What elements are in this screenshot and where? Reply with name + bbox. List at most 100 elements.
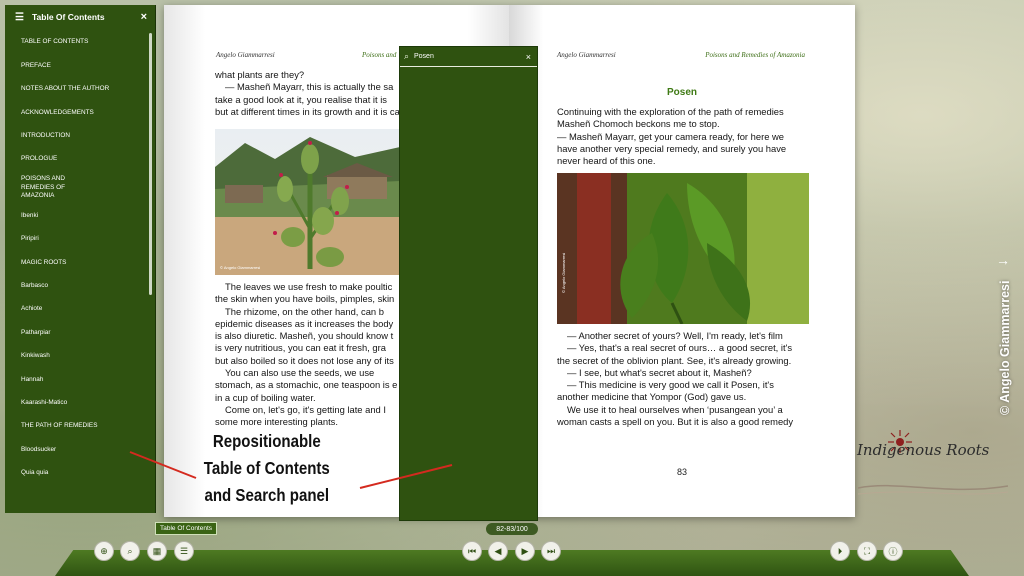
text-line: take a good look at it, you realise that… (215, 93, 387, 105)
brand-logo-text: Indigenous Roots (857, 441, 990, 459)
text-line: — Masheñ Mayarr, get your camera ready, … (557, 130, 785, 142)
zoom-in-button[interactable]: ⊕ (94, 541, 114, 561)
right-page[interactable]: Angelo Giammarresi Poisons and Remedies … (509, 5, 855, 517)
info-button[interactable]: ⓘ (883, 541, 903, 561)
toc-header: ☰ Table Of Contents × (5, 5, 155, 29)
text-line: but at different times in its growth and… (215, 105, 400, 117)
play-icon: ⏵ (837, 545, 843, 556)
page-indicator: 82-83/100 (486, 523, 538, 535)
annotation-line: and Search panel (204, 485, 330, 505)
toc-item[interactable]: NOTES ABOUT THE AUTHOR (5, 78, 155, 101)
search-bar: ⌕ × (400, 47, 537, 67)
search-icon: ⌕ (127, 545, 133, 556)
text-line: never heard of this one. (557, 155, 656, 167)
text-line: but also boiled so it does not lose any … (215, 354, 394, 366)
left-plant-photo: © Angelo Giammarresi (215, 129, 400, 275)
text-line: the secret of the oblivion plant. See, i… (557, 354, 792, 366)
text-line: The rhizome, on the other hand, can b (225, 305, 384, 317)
search-close-button[interactable]: × (526, 52, 531, 62)
list-icon: ☰ (179, 545, 189, 556)
fullscreen-icon: ⛶ (863, 545, 871, 556)
toc-item[interactable]: Ibenki (5, 204, 155, 227)
toc-item[interactable]: Quia quia (5, 462, 155, 485)
text-line: You can also use the seeds, we use (225, 367, 375, 379)
text-line: The leaves we use fresh to make poultic (225, 281, 393, 292)
toc-item[interactable]: Achiote (5, 298, 155, 321)
toc-item[interactable]: POISONS AND REMEDIES OF AMAZONIA (5, 171, 105, 204)
text-line: have another very special remedy, and su… (557, 142, 787, 154)
annotation-line: Table of Contents (203, 458, 330, 478)
prev-page-icon: ◀ (494, 545, 502, 556)
right-running-head-title: Poisons and Remedies of Amazonia (705, 51, 805, 59)
text-line: what plants are they? (215, 69, 305, 80)
toc-list: TABLE OF CONTENTS PREFACE NOTES ABOUT TH… (5, 29, 155, 485)
text-line: in a cup of boiling water. (215, 391, 316, 403)
toc-item[interactable]: Kaarashi-Matico (5, 391, 155, 414)
left-running-head-title: Poisons and (362, 51, 397, 59)
toc-scrollbar[interactable] (149, 33, 152, 295)
next-page-arrow[interactable]: → (996, 252, 1010, 268)
right-plant-photo: © Angelo Giammarresi (557, 173, 809, 324)
search-button[interactable]: ⌕ (120, 541, 140, 561)
text-line: epidemic diseases as it increases the bo… (215, 317, 394, 329)
text-line: is also diuretic. Masheñ, you should kno… (215, 330, 394, 342)
toc-item[interactable]: Barbasco (5, 275, 155, 298)
left-running-head-author: Angelo Giammarresi (216, 51, 275, 59)
toc-tooltip: Table Of Contents (155, 522, 218, 535)
chapter-title: Posen (666, 87, 697, 98)
prev-page-button[interactable]: ◀ (488, 541, 508, 561)
logo-root-line (858, 484, 1008, 495)
toc-item[interactable]: PROLOGUE (5, 148, 155, 171)
text-line: Come on, let's go, it's getting late and… (225, 403, 386, 415)
author-watermark: © Angelo Giammarresi (998, 280, 1012, 416)
zoom-in-icon: ⊕ (100, 545, 108, 556)
toc-item[interactable]: TABLE OF CONTENTS (5, 31, 155, 54)
right-text-top: Continuing with the exploration of the p… (557, 106, 809, 167)
text-line: — Yes, that's a real secret of ours… a g… (567, 342, 793, 354)
annotation-line: Repositionable (212, 431, 321, 451)
toc-item[interactable]: INTRODUCTION (5, 125, 155, 148)
text-line: — This medicine is very good we call it … (567, 379, 774, 391)
autoplay-button[interactable]: ⏵ (830, 541, 850, 561)
toc-button[interactable]: ☰ (174, 541, 194, 561)
right-page-number: 83 (677, 467, 688, 477)
search-icon: ⌕ (404, 51, 410, 61)
toc-item[interactable]: Kinkiwash (5, 345, 155, 368)
text-line: stomach, as a stomachic, one teaspoon is… (215, 379, 398, 391)
text-line: — I see, but what's secret about it, Mas… (567, 366, 752, 378)
search-input[interactable] (414, 49, 526, 64)
text-line: — Another secret of yours? Well, I'm rea… (567, 330, 783, 341)
right-running-head-author: Angelo Giammarresi (557, 51, 616, 59)
photo-credit: © Angelo Giammarresi (561, 253, 566, 293)
last-page-icon: ⏭ (546, 545, 556, 556)
text-line: another medicine that Yompor (God) gave … (557, 391, 747, 403)
toc-item[interactable]: Piripiri (5, 228, 155, 251)
toc-item[interactable]: Patharpiar (5, 321, 155, 344)
left-text-bottom: The leaves we use fresh to make poultic … (215, 281, 420, 429)
left-text-top: what plants are they? — Masheñ Mayarr, t… (215, 69, 415, 118)
fullscreen-button[interactable]: ⛶ (857, 541, 877, 561)
toc-close-button[interactable]: × (141, 11, 147, 23)
text-line: Continuing with the exploration of the p… (557, 106, 784, 117)
thumbnails-button[interactable]: ▦ (147, 541, 167, 561)
text-line: — Masheñ Mayarr, this is actually the sa (225, 81, 394, 93)
toc-item[interactable]: THE PATH OF REMEDIES (5, 415, 155, 438)
toc-item[interactable]: Hannah (5, 368, 155, 391)
first-page-icon: ⏮ (467, 545, 477, 556)
next-page-button[interactable]: ▶ (515, 541, 535, 561)
toc-item[interactable]: PREFACE (5, 54, 155, 77)
grid-icon: ▦ (152, 545, 162, 556)
right-text-bottom: — Another secret of yours? Well, I'm rea… (557, 330, 809, 428)
photo-credit: © Angelo Giammarresi (220, 265, 260, 270)
toc-title: Table Of Contents (32, 12, 105, 22)
text-line: some more interesting plants. (215, 416, 338, 428)
info-icon: ⓘ (888, 546, 898, 557)
first-page-button[interactable]: ⏮ (462, 541, 482, 561)
last-page-button[interactable]: ⏭ (541, 541, 561, 561)
text-line: We use it to heal ourselves when ‘pusang… (567, 403, 783, 415)
toc-panel[interactable]: ☰ Table Of Contents × TABLE OF CONTENTS … (5, 5, 156, 513)
toc-item[interactable]: Bloodsucker (5, 438, 155, 461)
toc-item[interactable]: ACKNOWLEDGEMENTS (5, 101, 155, 124)
toc-item[interactable]: MAGIC ROOTS (5, 251, 155, 274)
search-panel[interactable]: ⌕ × (399, 46, 538, 521)
